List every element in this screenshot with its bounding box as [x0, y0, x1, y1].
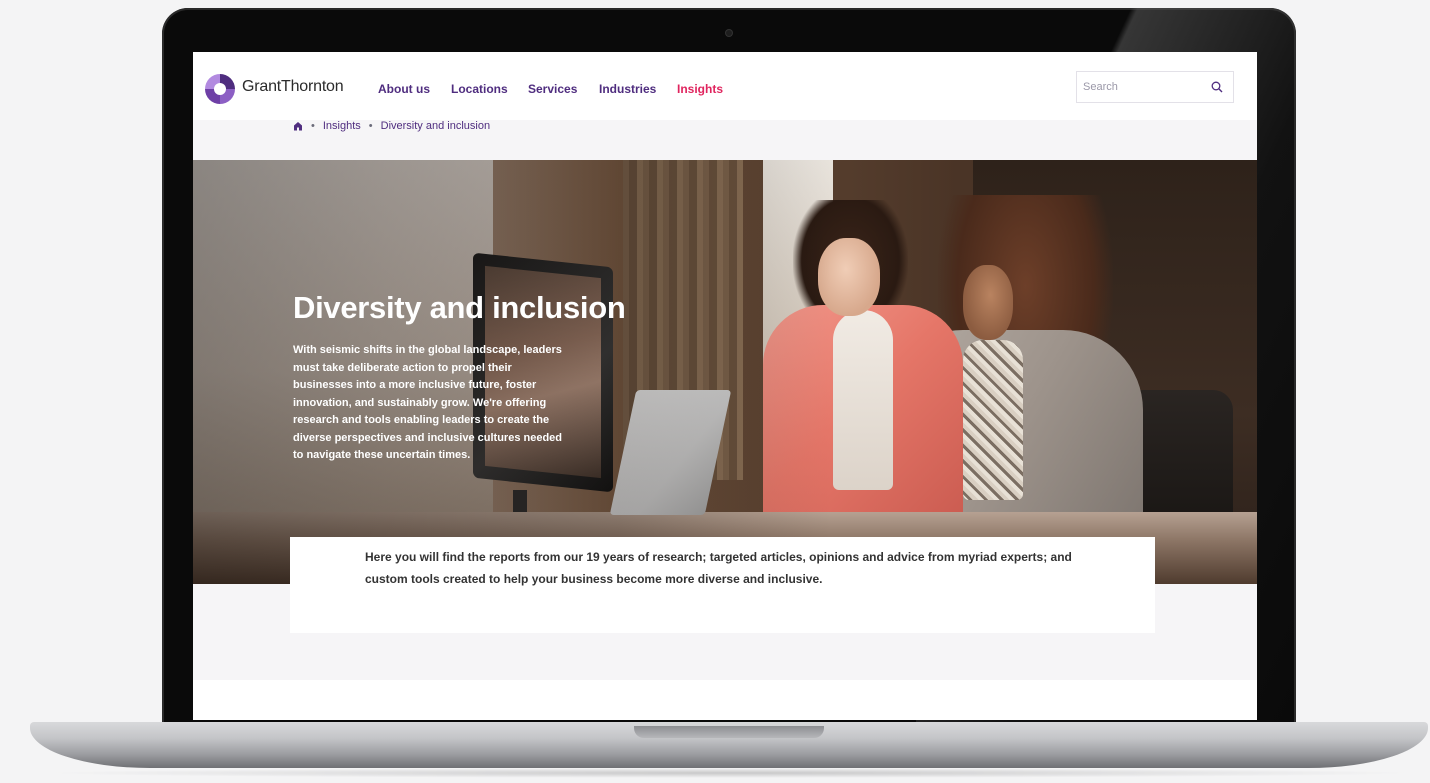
breadcrumb: • Insights • Diversity and inclusion — [293, 118, 490, 134]
nav-item-locations[interactable]: Locations — [451, 82, 508, 96]
nav-item-about-us[interactable]: About us — [378, 82, 430, 96]
top-navigation: GrantThornton About us Locations Service… — [193, 52, 1257, 120]
breadcrumb-insights[interactable]: Insights — [323, 120, 361, 132]
nav-item-insights[interactable]: Insights — [677, 82, 723, 96]
grant-thornton-logo-icon[interactable] — [205, 74, 235, 104]
breadcrumb-separator: • — [368, 120, 373, 132]
logo-text[interactable]: GrantThornton — [242, 78, 344, 96]
breadcrumb-separator: • — [311, 120, 315, 132]
intro-text: Here you will find the reports from our … — [365, 550, 1072, 586]
hero-description: With seismic shifts in the global landsc… — [293, 344, 563, 461]
search-icon[interactable] — [1211, 81, 1223, 93]
browser-viewport: GrantThornton About us Locations Service… — [193, 52, 1257, 720]
webcam-icon — [726, 30, 732, 36]
breadcrumb-current: Diversity and inclusion — [380, 120, 491, 132]
search-input[interactable] — [1083, 78, 1203, 96]
home-icon[interactable] — [293, 121, 303, 131]
nav-item-industries[interactable]: Industries — [599, 82, 656, 96]
intro-card: Here you will find the reports from our … — [290, 537, 1155, 633]
search-box[interactable] — [1076, 71, 1234, 103]
hero-banner: Diversity and inclusion With seismic shi… — [193, 160, 1257, 584]
nav-item-services[interactable]: Services — [528, 82, 577, 96]
laptop-notch — [634, 726, 824, 738]
content-strip — [193, 680, 1257, 720]
page-title: Diversity and inclusion — [293, 290, 626, 325]
laptop-shadow — [40, 768, 1420, 778]
